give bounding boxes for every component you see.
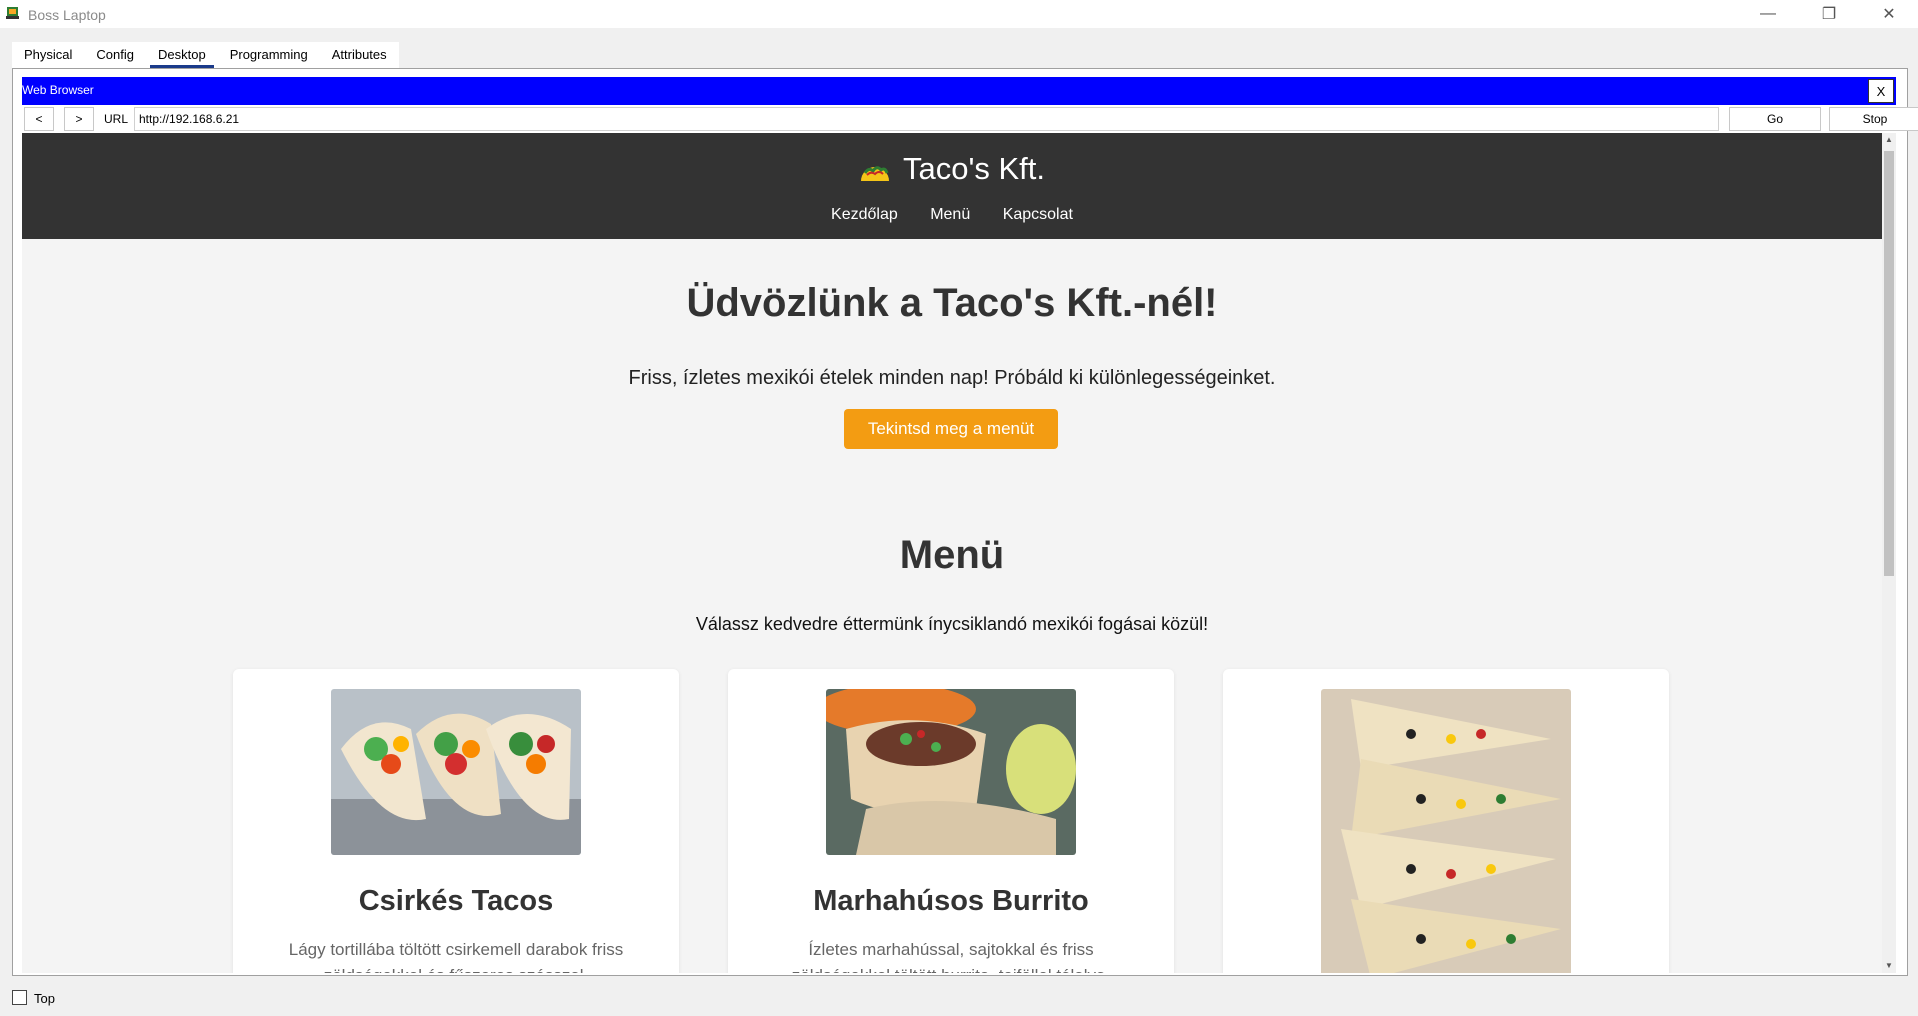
site-nav: Kezdőlap Menü Kapcsolat [22, 206, 1882, 224]
web-browser-title: Web Browser [22, 83, 94, 97]
tab-attributes[interactable]: Attributes [320, 42, 399, 68]
tab-programming[interactable]: Programming [218, 42, 320, 68]
minimize-button[interactable]: — [1745, 0, 1791, 28]
site-brand[interactable]: Taco's Kft. [22, 151, 1882, 187]
tacos-image [331, 689, 581, 855]
menu-card [1223, 669, 1669, 973]
web-browser-close-button[interactable]: X [1868, 79, 1894, 103]
back-button[interactable]: < [24, 107, 54, 131]
card-description: Ízletes marhahússal, sajtokkal és friss … [792, 940, 1110, 973]
view-menu-button[interactable]: Tekintsd meg a menüt [844, 409, 1058, 449]
go-button[interactable]: Go [1729, 107, 1821, 131]
browser-nav-row: < > URL http://192.168.6.21 Go Stop [22, 107, 1918, 133]
tab-physical[interactable]: Physical [12, 42, 84, 68]
menu-card: Csirkés Tacos Lágy tortillába töltött cs… [233, 669, 679, 973]
card-title: Marhahúsos Burrito [813, 885, 1089, 917]
stop-button[interactable]: Stop [1829, 107, 1918, 131]
hero-text: Friss, ízletes mexikói ételek minden nap… [628, 367, 1276, 389]
card-description: Lágy tortillába töltött csirkemell darab… [288, 940, 624, 973]
scroll-thumb[interactable] [1884, 151, 1894, 576]
web-browser-titlebar: Web Browser X [22, 77, 1896, 105]
scroll-up-icon[interactable]: ▲ [1882, 133, 1896, 147]
restore-button[interactable]: ❐ [1806, 0, 1852, 28]
app-icon [6, 7, 19, 19]
taco-icon [860, 166, 889, 181]
device-tabs: Physical Config Desktop Programming Attr… [12, 42, 399, 68]
hero-title: Üdvözlünk a Taco's Kft.-nél! [686, 281, 1218, 325]
tab-desktop[interactable]: Desktop [146, 42, 218, 68]
site-header: Taco's Kft. Kezdőlap Menü Kapcsolat [22, 133, 1882, 239]
menu-subtitle: Válassz kedvedre éttermünk ínycsiklandó … [695, 614, 1209, 634]
card-title: Csirkés Tacos [358, 885, 554, 917]
window-titlebar: Boss Laptop — ❐ ✕ [0, 0, 1918, 28]
scroll-down-icon[interactable]: ▼ [1882, 959, 1896, 973]
nav-link-contact[interactable]: Kapcsolat [1003, 206, 1073, 223]
url-input[interactable]: http://192.168.6.21 [134, 107, 1719, 131]
window-title: Boss Laptop [28, 7, 106, 23]
tab-config[interactable]: Config [84, 42, 146, 68]
minimize-icon: — [1760, 5, 1776, 22]
restore-icon: ❐ [1821, 6, 1837, 23]
top-checkbox[interactable] [12, 990, 27, 1005]
nav-link-home[interactable]: Kezdőlap [831, 206, 898, 223]
bottom-bar [0, 985, 1918, 1016]
quesadilla-image [1321, 689, 1571, 973]
nav-link-menu[interactable]: Menü [930, 206, 970, 223]
top-checkbox-label: Top [34, 991, 55, 1006]
forward-button[interactable]: > [64, 107, 94, 131]
close-window-button[interactable]: ✕ [1866, 0, 1912, 28]
menu-title: Menü [899, 533, 1005, 577]
browser-scrollbar[interactable]: ▲ ▼ [1882, 133, 1896, 973]
browser-viewport: Taco's Kft. Kezdőlap Menü Kapcsolat Üdvö… [22, 133, 1882, 973]
burrito-image [826, 689, 1076, 855]
url-label: URL [104, 112, 129, 126]
menu-card: Marhahúsos Burrito Ízletes marhahússal, … [728, 669, 1174, 973]
close-icon: ✕ [1882, 6, 1896, 23]
site-brand-text: Taco's Kft. [902, 151, 1046, 186]
